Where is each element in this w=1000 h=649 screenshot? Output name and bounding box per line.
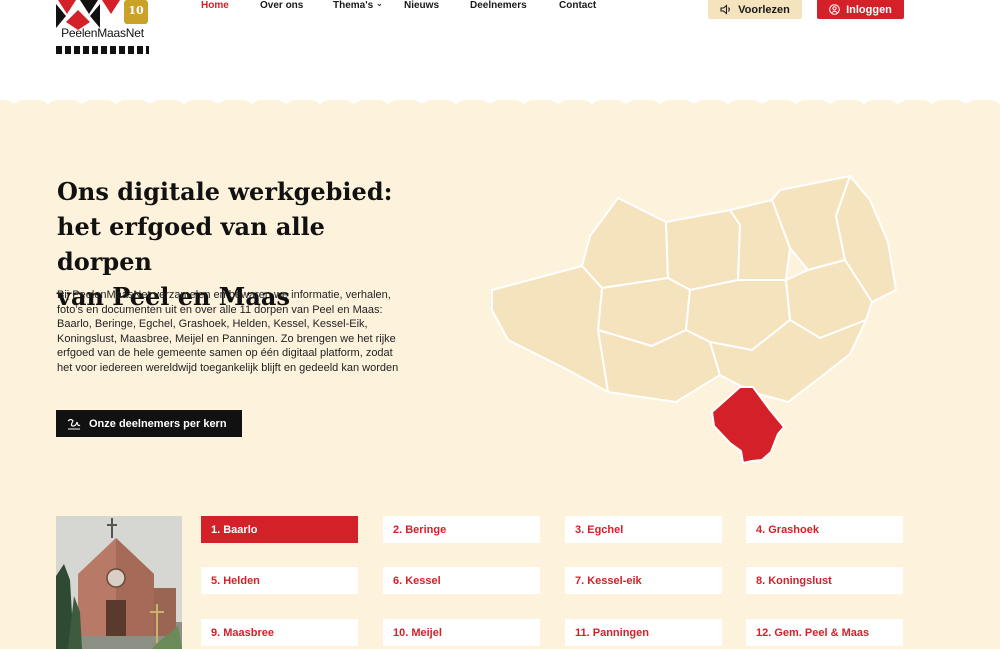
kern-button[interactable]: 1. Baarlo	[201, 516, 358, 543]
kern-button[interactable]: 7. Kessel-eik	[565, 567, 722, 594]
logo-badge-number: 10	[128, 4, 144, 17]
speaker-icon	[720, 4, 730, 15]
kern-button[interactable]: 11. Panningen	[565, 619, 722, 646]
site-header: 10 PeelenMaasNet Home Over ons Thema's ⌄ …	[0, 0, 1000, 100]
hero-title-line-2: het erfgoed van alle dorpen	[57, 212, 325, 276]
map-region-helden[interactable]	[665, 209, 741, 291]
kern-button[interactable]: 2. Beringe	[383, 516, 540, 543]
municipality-map	[491, 175, 897, 464]
hero-description: Bij PeelenMaasNet verzamelen en bewaren …	[57, 289, 399, 374]
read-aloud-button[interactable]: Voorlezen	[708, 0, 802, 19]
wave-divider	[0, 90, 1000, 104]
kern-button[interactable]: 6. Kessel	[383, 567, 540, 594]
login-button[interactable]: Inloggen	[817, 0, 904, 19]
kern-button[interactable]: 5. Helden	[201, 567, 358, 594]
user-icon	[829, 4, 840, 15]
nav-deelnemers[interactable]: Deelnemers	[470, 0, 527, 11]
nav-themas-label: Thema's	[333, 0, 374, 11]
logo-stripe	[56, 46, 149, 54]
kern-button[interactable]: 12. Gem. Peel & Maas	[746, 619, 903, 646]
hero-title-line-1: Ons digitale werkgebied:	[57, 177, 393, 206]
map-region-meijel[interactable]	[491, 265, 609, 393]
deelnemers-per-kern-button[interactable]: Onze deelnemers per kern	[56, 410, 242, 437]
nav-contact[interactable]: Contact	[559, 0, 596, 11]
nav-home[interactable]: Home	[201, 0, 229, 11]
kern-button[interactable]: 8. Koningslust	[746, 567, 903, 594]
church-photo	[56, 516, 182, 649]
deelnemers-per-kern-label: Onze deelnemers per kern	[89, 417, 227, 430]
site-logo[interactable]: 10 PeelenMaasNet	[56, 0, 149, 54]
nav-themas[interactable]: Thema's ⌄	[333, 0, 383, 11]
read-aloud-label: Voorlezen	[738, 3, 790, 16]
kern-button[interactable]: 9. Maasbree	[201, 619, 358, 646]
map-region-grashoek[interactable]	[581, 197, 669, 289]
nav-over-ons[interactable]: Over ons	[260, 0, 303, 11]
signature-icon	[67, 418, 81, 429]
kern-button[interactable]: 3. Egchel	[565, 516, 722, 543]
logo-wordmark: PeelenMaasNet	[61, 26, 144, 40]
kern-button[interactable]: 10. Meijel	[383, 619, 540, 646]
nav-nieuws[interactable]: Nieuws	[404, 0, 439, 11]
chevron-down-icon: ⌄	[376, 0, 383, 8]
login-label: Inloggen	[846, 3, 892, 16]
kern-button[interactable]: 4. Grashoek	[746, 516, 903, 543]
